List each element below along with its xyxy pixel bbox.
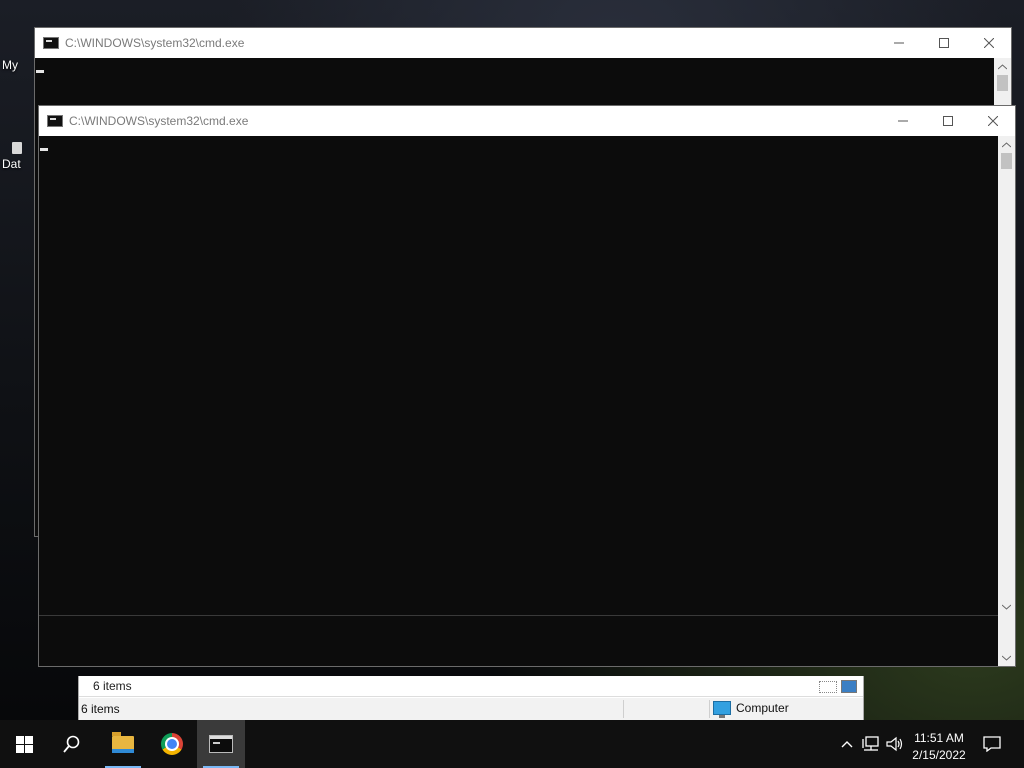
desktop-file-icon[interactable] (12, 142, 22, 154)
chevron-down-icon (1002, 604, 1011, 610)
minimize-button[interactable] (876, 28, 921, 58)
maximize-icon (942, 116, 953, 126)
console-output[interactable] (39, 136, 998, 666)
action-center-button[interactable] (980, 720, 1004, 768)
taskbar-chrome[interactable] (148, 720, 196, 768)
clock-date: 2/15/2022 (912, 748, 966, 762)
close-icon (983, 38, 994, 48)
clock-time: 11:51 AM (914, 731, 964, 745)
minimize-button[interactable] (880, 106, 925, 136)
text-cursor (40, 148, 48, 151)
chevron-down-icon (1002, 655, 1011, 661)
cmd-icon (209, 735, 233, 753)
location-indicator: Computer (713, 701, 789, 718)
windows-logo-icon (15, 735, 33, 753)
location-label: Computer (736, 701, 789, 715)
desktop-icon-label[interactable]: Dat (2, 157, 21, 171)
maximize-icon (938, 38, 949, 48)
show-hidden-icons-button[interactable] (838, 720, 856, 768)
chevron-up-icon (841, 741, 853, 748)
titlebar[interactable]: C:\WINDOWS\system32\cmd.exe (35, 28, 1011, 58)
window-title: C:\WINDOWS\system32\cmd.exe (65, 36, 245, 50)
item-count: 6 items (93, 679, 132, 693)
scroll-down-button[interactable] (998, 598, 1015, 615)
scroll-up-button[interactable] (998, 136, 1015, 153)
chevron-up-icon (1002, 141, 1011, 147)
cmd-icon (47, 115, 63, 127)
vertical-scrollbar[interactable] (998, 136, 1015, 666)
clock[interactable]: 11:51 AM 2/15/2022 (906, 730, 972, 764)
maximize-button[interactable] (925, 106, 970, 136)
divider (623, 700, 624, 718)
file-explorer-statusbar: 6 items 6 items Computer (78, 676, 864, 720)
scroll-thumb[interactable] (1001, 153, 1012, 169)
volume-icon (886, 736, 903, 752)
details-view-icon[interactable] (819, 681, 837, 693)
taskbar: 11:51 AM 2/15/2022 (0, 720, 1024, 768)
taskbar-command-prompt[interactable] (197, 720, 245, 768)
close-button[interactable] (966, 28, 1011, 58)
network-button[interactable] (860, 720, 882, 768)
folder-icon (112, 731, 134, 753)
desktop-icon-label[interactable]: My (2, 58, 18, 72)
volume-button[interactable] (884, 720, 906, 768)
computer-icon (713, 701, 731, 718)
divider (709, 700, 710, 718)
close-icon (987, 116, 998, 126)
titlebar[interactable]: C:\WINDOWS\system32\cmd.exe (39, 106, 1015, 136)
cmd-window-front[interactable]: C:\WINDOWS\system32\cmd.exe (38, 105, 1016, 667)
notification-icon (983, 736, 1001, 752)
scroll-up-button[interactable] (994, 58, 1011, 75)
search-icon (63, 735, 80, 753)
chrome-icon (161, 733, 183, 755)
window-title: C:\WINDOWS\system32\cmd.exe (69, 114, 249, 128)
minimize-icon (893, 42, 904, 44)
large-icons-view-icon[interactable] (841, 680, 857, 693)
item-count: 6 items (81, 702, 120, 716)
close-button[interactable] (970, 106, 1015, 136)
chevron-up-icon (998, 63, 1007, 69)
minimize-icon (897, 120, 908, 122)
scroll-down-button[interactable] (998, 649, 1015, 666)
maximize-button[interactable] (921, 28, 966, 58)
divider (39, 615, 998, 616)
text-cursor (36, 70, 44, 73)
scroll-thumb[interactable] (997, 75, 1008, 91)
taskbar-file-explorer[interactable] (99, 720, 147, 768)
search-button[interactable] (48, 720, 96, 768)
start-button[interactable] (0, 720, 48, 768)
cmd-icon (43, 37, 59, 49)
network-icon (862, 736, 879, 751)
